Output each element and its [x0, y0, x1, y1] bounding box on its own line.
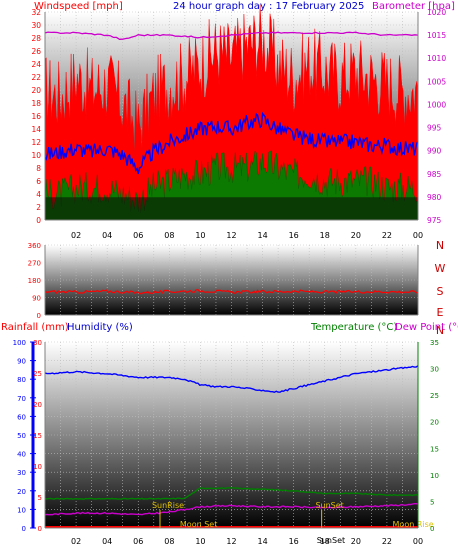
- barometer-y-tick-label: 1000: [427, 100, 446, 109]
- temperature-title: Temperature (°C): [310, 322, 397, 333]
- x-tick-label: 04: [102, 231, 112, 240]
- x-tick-label: 00: [413, 537, 423, 546]
- humidity-y-tick-label: 50: [17, 432, 26, 440]
- wind-y-tick-label: 2: [36, 203, 41, 212]
- rainfall-y-tick-label: 30: [33, 339, 42, 347]
- humidity-y-tick-label: 20: [17, 488, 26, 496]
- compass-label: N: [436, 239, 444, 252]
- barometer-y-tick-label: 1010: [427, 54, 446, 63]
- direction-y-tick-label: 90: [32, 295, 41, 303]
- wind-y-tick-label: 18: [31, 99, 41, 108]
- barometer-y-tick-label: 995: [427, 124, 442, 133]
- barometer-y-tick-label: 1015: [427, 31, 446, 40]
- x-tick-label: 18: [320, 537, 330, 546]
- main-title: 24 hour graph day : 17 February 2025: [173, 1, 364, 12]
- humidity-y-tick-label: 80: [17, 376, 26, 384]
- weather-chart-svg: Windspeed [mph] 24 hour graph day : 17 F…: [1, 1, 458, 546]
- x-tick-label: 04: [102, 537, 112, 546]
- compass-label: S: [437, 285, 444, 298]
- temperature-y-tick-label: 0: [430, 525, 434, 533]
- x-tick-label: 16: [289, 537, 299, 546]
- wind-y-tick-label: 6: [36, 177, 41, 186]
- temperature-y-tick-label: 15: [430, 445, 439, 453]
- temperature-y-tick-label: 20: [430, 419, 439, 427]
- wind-calm-band: [45, 197, 418, 220]
- x-tick-label: 10: [195, 537, 205, 546]
- x-tick-label: 08: [164, 231, 174, 240]
- humidity-title: Humidity (%): [67, 322, 133, 333]
- humidity-y-tick-label: 70: [17, 395, 26, 403]
- rainfall-y-tick-label: 10: [33, 463, 42, 471]
- wind-y-tick-label: 24: [31, 60, 41, 69]
- x-tick-label: 14: [257, 231, 267, 240]
- temperature-y-tick-label: 30: [430, 366, 439, 374]
- temperature-y-tick-label: 5: [430, 498, 434, 506]
- temperature-y-tick-label: 25: [430, 392, 439, 400]
- rainfall-y-tick-label: 0: [38, 525, 42, 533]
- wind-y-tick-label: 28: [31, 34, 41, 43]
- direction-y-tick-label: 0: [37, 312, 41, 320]
- x-tick-label: 06: [133, 231, 143, 240]
- temperature-y-tick-label: 10: [430, 472, 439, 480]
- compass-label: W: [435, 262, 446, 275]
- barometer-y-tick-label: 980: [427, 193, 442, 202]
- barometer-y-tick-label: 985: [427, 170, 442, 179]
- sun-event-label: SunSet: [315, 501, 343, 510]
- x-tick-label: 14: [257, 537, 267, 546]
- wind-y-tick-label: 8: [36, 164, 41, 173]
- barometer-y-tick-label: 990: [427, 147, 442, 156]
- rainfall-y-tick-label: 25: [33, 370, 42, 378]
- barometer-y-tick-label: 1005: [427, 77, 446, 86]
- direction-y-tick-label: 180: [28, 277, 41, 285]
- dewpoint-title: Dew Point (°C): [395, 322, 458, 333]
- wind-y-tick-label: 14: [31, 125, 41, 134]
- direction-y-tick-label: 270: [28, 260, 41, 268]
- wind-y-tick-label: 10: [31, 151, 41, 160]
- x-tick-label: 20: [351, 231, 361, 240]
- direction-y-tick-label: 360: [28, 242, 41, 250]
- wind-y-tick-label: 0: [36, 216, 41, 225]
- x-tick-label: 16: [289, 231, 299, 240]
- temperature-y-tick-label: 35: [430, 339, 439, 347]
- wind-y-tick-label: 32: [31, 8, 41, 17]
- barometer-y-tick-label: 975: [427, 216, 442, 225]
- wind-y-tick-label: 16: [31, 112, 41, 121]
- barometer-y-tick-label: 1020: [427, 8, 446, 17]
- x-tick-label: 00: [413, 231, 423, 240]
- humidity-y-tick-label: 10: [17, 506, 26, 514]
- humidity-y-tick-label: 100: [13, 339, 26, 347]
- rainfall-y-tick-label: 5: [38, 494, 42, 502]
- x-tick-label: 08: [164, 537, 174, 546]
- wind-y-tick-label: 30: [31, 21, 41, 30]
- rainfall-y-tick-label: 20: [33, 401, 42, 409]
- x-tick-label: 18: [320, 231, 330, 240]
- x-tick-label: 12: [226, 537, 236, 546]
- x-tick-label: 02: [71, 537, 81, 546]
- wind-y-tick-label: 20: [31, 86, 41, 95]
- x-tick-label: 22: [382, 231, 392, 240]
- x-tick-label: 10: [195, 231, 205, 240]
- humidity-y-tick-label: 30: [17, 469, 26, 477]
- wind-y-tick-label: 26: [31, 47, 41, 56]
- humidity-y-tick-label: 0: [22, 525, 26, 533]
- sun-event-label: SunRise: [152, 501, 184, 510]
- x-tick-label: 20: [351, 537, 361, 546]
- rainfall-y-tick-label: 15: [33, 432, 42, 440]
- x-tick-label: 02: [71, 231, 81, 240]
- humidity-y-tick-label: 90: [17, 358, 26, 366]
- wind-y-tick-label: 4: [36, 190, 41, 199]
- wind-y-tick-label: 22: [31, 73, 41, 82]
- rainfall-title: Rainfall (mm): [1, 322, 69, 333]
- humidity-y-tick-label: 40: [17, 451, 26, 459]
- compass-label: E: [437, 306, 444, 319]
- x-tick-label: 22: [382, 537, 392, 546]
- windspeed-title: Windspeed [mph]: [34, 1, 123, 12]
- humidity-y-tick-label: 60: [17, 413, 26, 421]
- weather-chart-image: Windspeed [mph] 24 hour graph day : 17 F…: [0, 0, 458, 555]
- wind-y-tick-label: 12: [31, 138, 41, 147]
- x-tick-label: 06: [133, 537, 143, 546]
- x-tick-label: 12: [226, 231, 236, 240]
